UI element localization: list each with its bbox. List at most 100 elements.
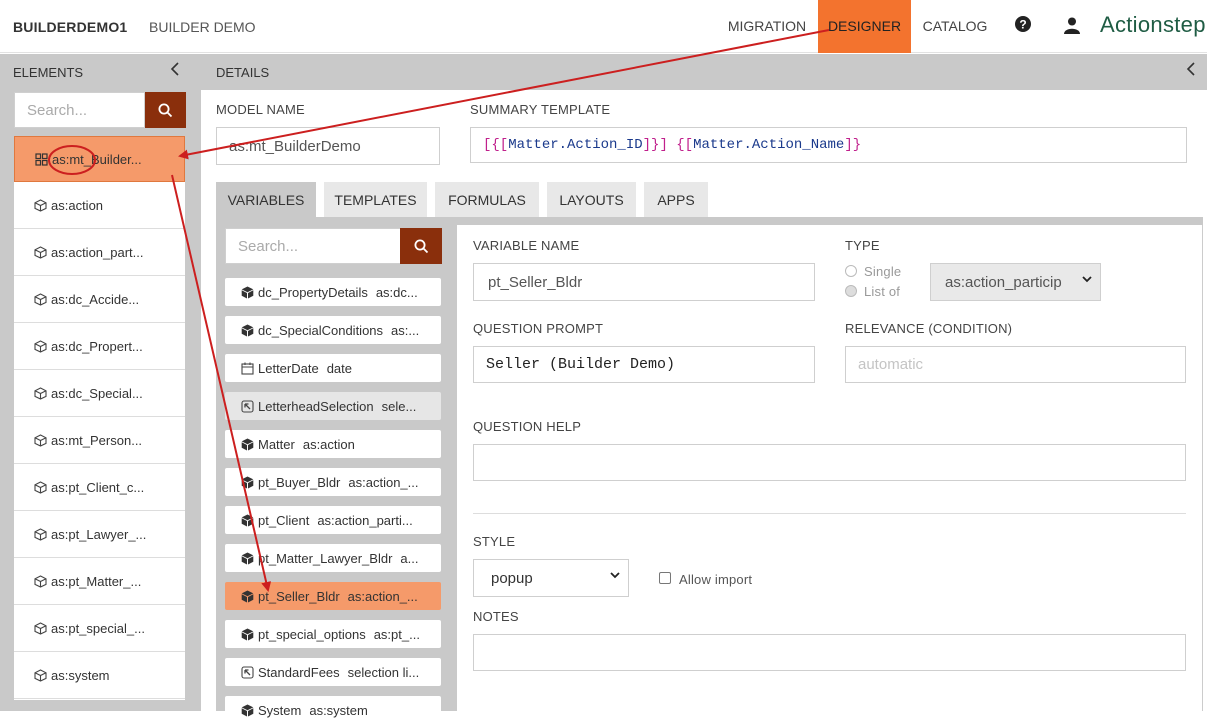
variable-type: selection li... [347, 664, 420, 680]
question-help-label: QUESTION HELP [473, 419, 582, 434]
relevance-input[interactable]: automatic [845, 346, 1186, 383]
actionstep-logo[interactable]: Actionstep [1100, 12, 1206, 38]
variable-type: sele... [381, 398, 417, 414]
variables-search-input[interactable]: Search... [225, 228, 401, 264]
cube-icon [241, 552, 254, 565]
nav-catalog[interactable]: CATALOG [917, 0, 993, 53]
type-list-label: List of [864, 284, 901, 299]
variable-item[interactable]: dc_PropertyDetails as:dc... [225, 278, 441, 306]
model-grid-icon [35, 152, 52, 166]
cube-icon [34, 669, 51, 682]
variable-item[interactable]: pt_Buyer_Bldr as:action_... [225, 468, 441, 496]
elements-search-button[interactable] [145, 92, 186, 128]
cube-icon [34, 340, 51, 353]
selection-icon [241, 399, 254, 413]
model-name-label: MODEL NAME [216, 102, 305, 117]
variable-item[interactable]: Matter as:action [225, 430, 441, 458]
variable-item[interactable]: pt_Matter_Lawyer_Bldr a... [225, 544, 441, 572]
element-item[interactable]: as:dc_Special... [14, 371, 185, 417]
details-title: DETAILS [216, 65, 270, 80]
elements-title: ELEMENTS [13, 65, 84, 80]
element-item[interactable]: as:pt_Lawyer_... [14, 512, 185, 558]
type-select[interactable]: as:action_particip [930, 263, 1101, 301]
allow-import-label: Allow import [679, 572, 753, 587]
collapse-right-icon[interactable] [1186, 62, 1196, 81]
cube-icon [241, 438, 254, 451]
cube-icon [34, 293, 51, 306]
variable-item[interactable]: StandardFees selection li... [225, 658, 441, 686]
element-item[interactable]: as:mt_Person... [14, 418, 185, 464]
variable-name: LetterDate [258, 360, 319, 376]
variable-name: Matter [258, 436, 295, 452]
type-single-radio[interactable] [845, 265, 857, 277]
element-item[interactable]: as:pt_Client_c... [14, 465, 185, 511]
elements-search-input[interactable]: Search... [14, 92, 145, 128]
variable-type: date [326, 360, 353, 376]
help-circle-icon[interactable]: ? [1015, 16, 1031, 37]
tab-apps[interactable]: APPS [644, 182, 708, 217]
variable-name: dc_SpecialConditions [258, 322, 384, 338]
type-list-radio[interactable] [845, 285, 857, 297]
style-select[interactable]: popup [473, 559, 629, 597]
element-item[interactable]: as:dc_Accide... [14, 277, 185, 323]
element-item[interactable]: as:action_part... [14, 230, 185, 276]
nav-migration[interactable]: MIGRATION [722, 0, 812, 53]
form-divider [473, 513, 1186, 514]
variable-name: pt_Buyer_Bldr [258, 474, 341, 490]
tab-templates[interactable]: TEMPLATES [324, 182, 427, 217]
notes-input[interactable] [473, 634, 1186, 671]
details-header [200, 54, 1207, 90]
search-icon [414, 239, 428, 253]
cube-icon [34, 528, 51, 541]
cube-icon [241, 628, 254, 641]
allow-import-checkbox[interactable] [659, 572, 671, 584]
element-item-label: as:pt_Client_c... [51, 480, 145, 495]
app-brand[interactable]: BUILDERDEMO1 [13, 19, 127, 35]
variable-item[interactable]: LetterheadSelection sele... [225, 392, 441, 420]
variable-name: pt_Matter_Lawyer_Bldr [258, 550, 393, 566]
variable-item[interactable]: pt_Client as:action_parti... [225, 506, 441, 534]
model-name-input[interactable]: as:mt_BuilderDemo [216, 127, 440, 165]
variable-type: as:action_... [347, 588, 418, 604]
element-item[interactable]: as:pt_special_... [14, 606, 185, 652]
variable-name: dc_PropertyDetails [258, 284, 368, 300]
cube-icon [34, 622, 51, 635]
question-prompt-input[interactable]: Seller (Builder Demo) [473, 346, 815, 383]
element-item-label: as:pt_Lawyer_... [51, 527, 147, 542]
element-item[interactable]: as:action [14, 183, 185, 229]
variable-name: LetterheadSelection [258, 398, 374, 414]
variable-name: System [258, 702, 302, 718]
element-item-label: as:system [51, 668, 110, 683]
cube-icon [34, 199, 51, 212]
tab-formulas[interactable]: FORMULAS [435, 182, 539, 217]
element-item-label: as:dc_Accide... [51, 292, 140, 307]
variable-name-input[interactable]: pt_Seller_Bldr [473, 263, 815, 301]
chevron-down-icon [1079, 274, 1092, 286]
tab-variables[interactable]: VARIABLES [216, 182, 316, 217]
nav-designer[interactable]: DESIGNER [818, 0, 911, 53]
user-icon[interactable] [1064, 17, 1080, 39]
element-item[interactable]: as:dc_Propert... [14, 324, 185, 370]
tab-layouts[interactable]: LAYOUTS [547, 182, 636, 217]
question-help-input[interactable] [473, 444, 1186, 481]
notes-label: NOTES [473, 609, 519, 624]
variables-search-button[interactable] [400, 228, 442, 264]
search-icon [158, 103, 173, 117]
style-label: STYLE [473, 534, 516, 549]
variable-name: pt_Client [258, 512, 310, 528]
element-item[interactable]: as:pt_Matter_... [14, 559, 185, 605]
summary-template-input[interactable]: [{[Matter.Action_ID]}] {[Matter.Action_N… [470, 127, 1187, 163]
element-item[interactable]: as:system [14, 653, 185, 699]
type-single-label: Single [864, 264, 902, 279]
variable-item[interactable]: dc_SpecialConditions as:... [225, 316, 441, 344]
variable-name: pt_special_options [258, 626, 366, 642]
variable-item[interactable]: pt_special_options as:pt_... [225, 620, 441, 648]
variable-type: as:dc... [375, 284, 418, 300]
collapse-left-icon[interactable] [170, 62, 180, 81]
variable-item[interactable]: pt_Seller_Bldr as:action_... [225, 582, 441, 610]
cube-icon [241, 286, 254, 299]
element-item[interactable]: as:mt_Builder... [14, 136, 185, 182]
variable-item[interactable]: LetterDate date [225, 354, 441, 382]
variable-type: as:action [302, 436, 355, 452]
variable-item[interactable]: System as:system [225, 696, 441, 724]
